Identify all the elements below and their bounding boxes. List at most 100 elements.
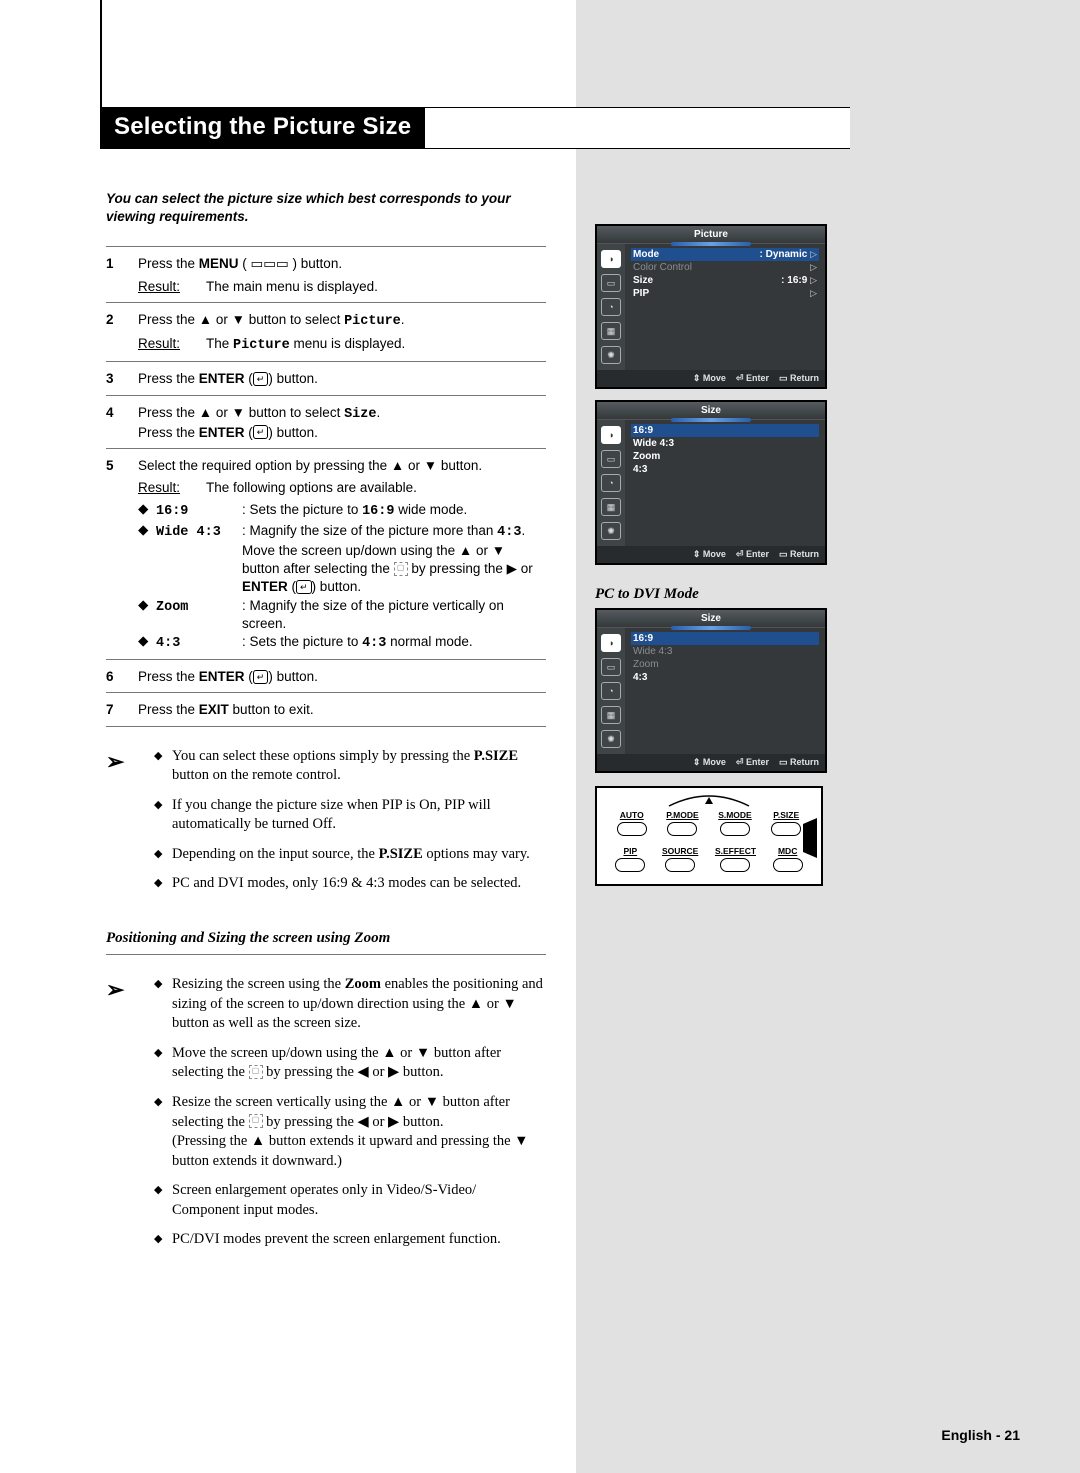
kw-size: Size (344, 407, 376, 422)
text: Magnify the size of the picture more tha… (250, 523, 498, 538)
text: ) button. (268, 425, 318, 440)
step-5: 5 Select the required option by pressing… (106, 457, 546, 653)
text: The (206, 336, 233, 351)
text: ( (245, 425, 253, 440)
osd-row-zoom: Zoom (631, 450, 819, 463)
kw-picture: Picture (344, 314, 401, 329)
osd-row-wide43: Wide 4:3 (631, 437, 819, 450)
kw-enter: ENTER (242, 579, 288, 594)
tab-icon: ▭ (601, 274, 621, 292)
divider (106, 692, 546, 693)
text: ( ▭▭▭ ) button. (239, 256, 343, 271)
result-label: Result: (138, 335, 188, 355)
enter-icon: ↵ (253, 425, 269, 439)
note-item: Resizing the screen using the Zoom enabl… (154, 975, 546, 1034)
tab-icon: ◔ (601, 682, 621, 700)
tab-icon: ✺ (601, 730, 621, 748)
screen-icon: ▢ (394, 562, 408, 576)
text: wide mode. (394, 502, 467, 517)
kw: 4:3 (497, 525, 521, 540)
text: Press the (138, 256, 199, 271)
text: Press the (138, 702, 199, 717)
tab-icon: ✺ (601, 346, 621, 364)
note-item: Depending on the input source, the P.SIZ… (154, 845, 546, 865)
step-number: 5 (106, 457, 138, 653)
picture-tab-icon: ◑ (601, 250, 621, 268)
step-1: 1 Press the MENU ( ▭▭▭ ) button. Result:… (106, 255, 546, 295)
osd-title: Size (701, 613, 721, 624)
note-item: Screen enlargement operates only in Vide… (154, 1181, 546, 1220)
osd-size-menu: Size ◑ ▭ ◔ ▦ ✺ 16:9 Wide 4:3 Zoom 4:3 ⇕ … (595, 400, 827, 565)
step-number: 6 (106, 668, 138, 686)
tab-icon: ▦ (601, 706, 621, 724)
note-item: PC and DVI modes, only 16:9 & 4:3 modes … (154, 874, 546, 894)
remote-pip-button: PIP (615, 846, 645, 872)
osd-row-pip: PIP▷ (631, 287, 819, 300)
enter-icon: ↵ (253, 372, 269, 386)
remote-control-diagram: AUTO P.MODE S.MODE P.SIZE PIP SOURCE S.E… (595, 786, 823, 886)
tab-icon: ◔ (601, 298, 621, 316)
note-item: You can select these options simply by p… (154, 747, 546, 786)
pc-dvi-mode-label: PC to DVI Mode (595, 586, 699, 603)
step-2: 2 Press the ▲ or ▼ button to select Pict… (106, 311, 546, 355)
remote-smode-button: S.MODE (718, 810, 752, 836)
osd-row-mode: Mode: Dynamic ▷ (631, 248, 819, 261)
osd-picture-menu: Picture ◑ ▭ ◔ ▦ ✺ Mode: Dynamic ▷ Color … (595, 224, 827, 389)
callout-arrow-icon (803, 818, 817, 858)
text: Press the (138, 371, 199, 386)
text: normal mode. (386, 634, 472, 649)
note-item: Move the screen up/down using the ▲ or ▼… (154, 1044, 546, 1083)
text: by pressing the ▶ or (408, 561, 533, 576)
title-strip-spacer (425, 107, 850, 149)
vertical-divider (100, 0, 102, 107)
note-item: Resize the screen vertically using the ▲… (154, 1093, 546, 1171)
text: Sets the picture to (250, 502, 363, 517)
remote-dpad-icon (609, 792, 809, 808)
osd-row-wide43-disabled: Wide 4:3 (631, 645, 819, 658)
step-number: 2 (106, 311, 138, 355)
zoom-subheading: Positioning and Sizing the screen using … (106, 928, 546, 948)
kw-exit: EXIT (199, 702, 229, 717)
tab-icon: ▭ (601, 658, 621, 676)
note-arrow-icon: ➢ (106, 975, 154, 1260)
tab-icon: ▦ (601, 322, 621, 340)
osd-row-43: 4:3 (631, 671, 819, 684)
text: Press the (138, 425, 199, 440)
osd-title: Picture (694, 229, 728, 240)
kw-enter: ENTER (199, 371, 245, 386)
options-list: ◆ 16:9 : Sets the picture to 16:9 wide m… (138, 501, 546, 653)
divider (106, 246, 546, 247)
page-title-strip: Selecting the Picture Size (100, 107, 850, 149)
text: Press the (138, 669, 199, 684)
text: ( (245, 371, 253, 386)
text: ) button. (268, 371, 318, 386)
step-number: 4 (106, 404, 138, 442)
divider (106, 302, 546, 303)
instruction-content: You can select the picture size which be… (106, 190, 546, 1266)
divider (106, 659, 546, 660)
page-title: Selecting the Picture Size (100, 107, 425, 149)
tab-icon: ▭ (601, 450, 621, 468)
osd-sidebar-icons: ◑ ▭ ◔ ▦ ✺ (597, 420, 625, 546)
note-arrow-icon: ➢ (106, 747, 154, 904)
text: ) button. (312, 579, 362, 594)
osd-sidebar-icons: ◑ ▭ ◔ ▦ ✺ (597, 628, 625, 754)
enter-icon: ↵ (296, 580, 312, 594)
note-item: If you change the picture size when PIP … (154, 796, 546, 835)
osd-row-16-9: 16:9 (631, 632, 819, 645)
osd-footer: ⇕ Move ⏎ Enter ▭ Return (597, 546, 825, 563)
result-text: The main menu is displayed. (206, 278, 378, 296)
divider (106, 726, 546, 727)
text: ( (245, 669, 253, 684)
remote-mdc-button: MDC (773, 846, 803, 872)
text: . (376, 405, 380, 420)
result-text: The following options are available. (206, 479, 417, 497)
osd-footer: ⇕ Move ⏎ Enter ▭ Return (597, 754, 825, 771)
osd-row-43: 4:3 (631, 463, 819, 476)
step-number: 3 (106, 370, 138, 388)
text: ) button. (268, 669, 318, 684)
opt-wide43: Wide 4:3 (156, 525, 221, 540)
osd-footer: ⇕ Move ⏎ Enter ▭ Return (597, 370, 825, 387)
tab-icon: ✺ (601, 522, 621, 540)
result-label: Result: (138, 479, 188, 497)
